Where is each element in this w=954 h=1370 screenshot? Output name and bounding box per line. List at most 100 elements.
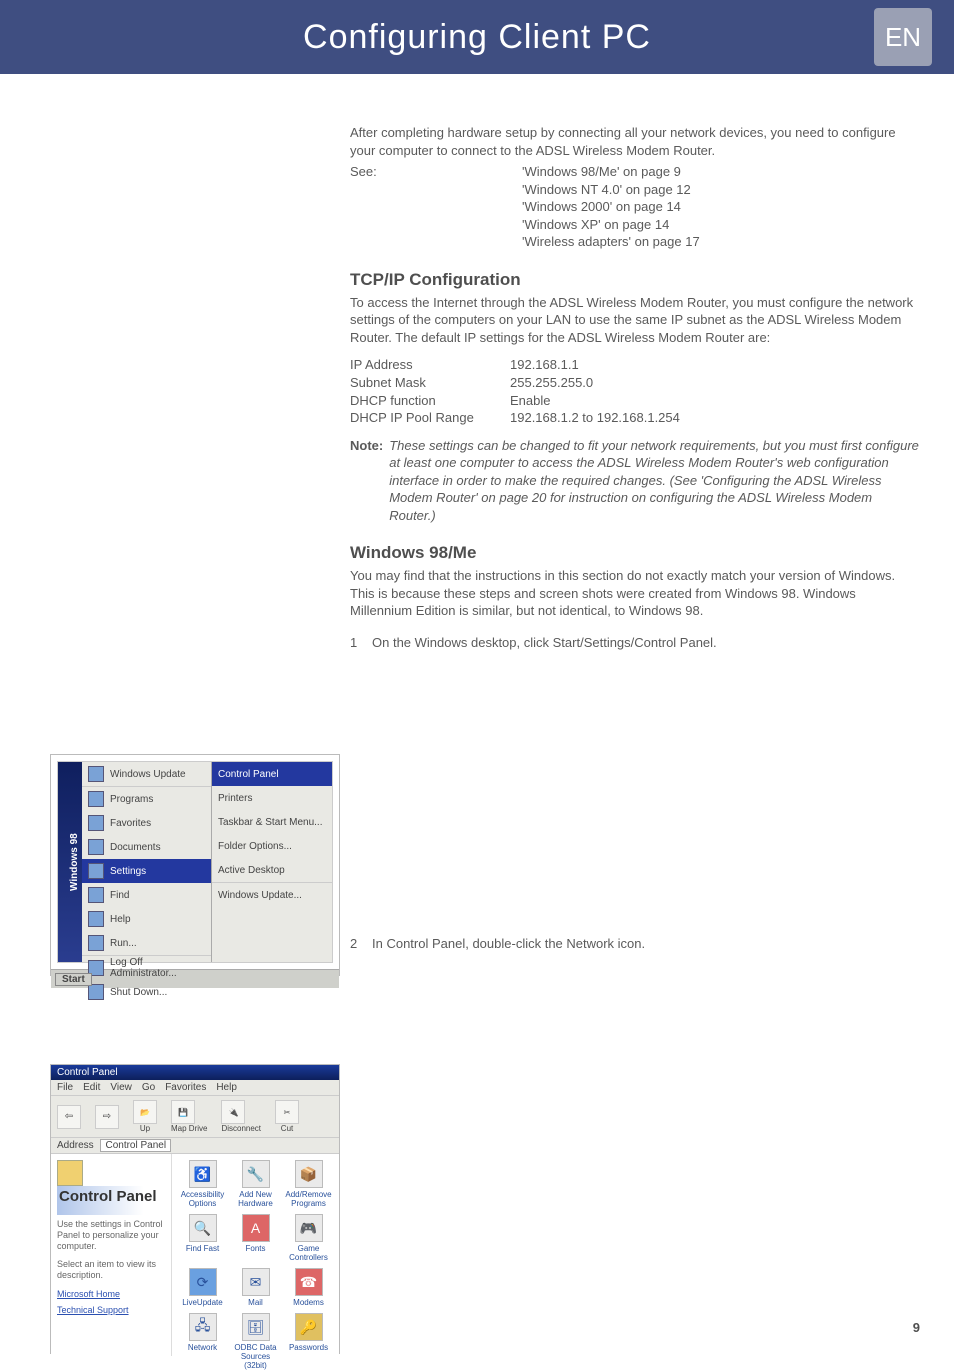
icon-label: Network <box>188 1343 217 1352</box>
start-menu-item[interactable]: Windows Update <box>82 762 211 786</box>
left-pane: Control Panel Use the settings in Contro… <box>51 1154 172 1356</box>
menu-label: Log Off Administrator... <box>110 957 205 979</box>
cp-icon-network[interactable]: 🖧Network <box>178 1313 228 1370</box>
tool-label: Map Drive <box>171 1124 207 1133</box>
tool-label: Up <box>140 1124 150 1133</box>
win98-paragraph: You may find that the instructions in th… <box>350 567 920 620</box>
cp-icon-game[interactable]: 🎮Game Controllers <box>284 1214 334 1262</box>
see-item: 'Windows NT 4.0' on page 12 <box>522 181 700 199</box>
ip-label: Subnet Mask <box>350 374 510 392</box>
step-text: On the Windows desktop, click Start/Sett… <box>372 634 717 652</box>
see-item: 'Wireless adapters' on page 17 <box>522 233 700 251</box>
step-text: In Control Panel, double-click the Netwo… <box>372 935 645 953</box>
submenu-item[interactable]: Taskbar & Start Menu... <box>212 810 332 834</box>
start-menu-item[interactable]: Log Off Administrator... <box>82 955 211 980</box>
cp-icon-odbc[interactable]: 🗄ODBC Data Sources (32bit) <box>231 1313 281 1370</box>
menu-item[interactable]: View <box>110 1082 132 1093</box>
menu-item[interactable]: Help <box>216 1082 237 1093</box>
submenu-item[interactable]: Windows Update... <box>212 882 332 907</box>
icon-label: Game Controllers <box>289 1244 328 1262</box>
start-menu-item[interactable]: Favorites <box>82 811 211 835</box>
submenu-item-control-panel[interactable]: Control Panel <box>212 762 332 786</box>
cp-icon-mail[interactable]: ✉Mail <box>231 1268 281 1307</box>
settings-submenu: Control Panel Printers Taskbar & Start M… <box>211 762 332 962</box>
tcpip-paragraph: To access the Internet through the ADSL … <box>350 294 920 347</box>
menu-label: Documents <box>110 842 161 853</box>
menu-label: Control Panel <box>218 769 279 780</box>
link-ms-home[interactable]: Microsoft Home <box>57 1289 165 1299</box>
start-menu-item[interactable]: Find <box>82 883 211 907</box>
note-block: Note: These settings can be changed to f… <box>350 437 920 525</box>
menu-label: Favorites <box>110 818 151 829</box>
cp-icon-add-hardware[interactable]: 🔧Add New Hardware <box>231 1160 281 1208</box>
start-menu-item[interactable]: Programs <box>82 786 211 811</box>
ip-label: DHCP IP Pool Range <box>350 409 510 427</box>
start-menu-list: Windows Update Programs Favorites Docume… <box>82 762 211 962</box>
link-tech-support[interactable]: Technical Support <box>57 1305 165 1315</box>
start-menu-item-settings[interactable]: Settings <box>82 859 211 883</box>
ip-value: 192.168.1.1 <box>510 356 579 374</box>
cp-icon-passwords[interactable]: 🔑Passwords <box>284 1313 334 1370</box>
table-row: DHCP function Enable <box>350 392 920 410</box>
window-title: Control Panel <box>51 1065 339 1080</box>
start-menu-item[interactable]: Shut Down... <box>82 980 211 1004</box>
cp-icon-fonts[interactable]: AFonts <box>231 1214 281 1262</box>
start-menu-item[interactable]: Documents <box>82 835 211 859</box>
address-value: Control Panel <box>100 1139 171 1152</box>
icon-label: Mail <box>248 1298 263 1307</box>
submenu-item[interactable]: Active Desktop <box>212 858 332 882</box>
start-menu-item[interactable]: Run... <box>82 931 211 955</box>
menu-item[interactable]: Edit <box>83 1082 100 1093</box>
start-menu-item[interactable]: Help <box>82 907 211 931</box>
address-bar[interactable]: Address Control Panel <box>51 1138 339 1154</box>
start-button[interactable]: Start <box>55 973 92 986</box>
cp-icon-liveupdate[interactable]: ⟳LiveUpdate <box>178 1268 228 1307</box>
table-row: DHCP IP Pool Range 192.168.1.2 to 192.16… <box>350 409 920 427</box>
see-item: 'Windows XP' on page 14 <box>522 216 700 234</box>
icon-label: Fonts <box>245 1244 265 1253</box>
menu-item[interactable]: Go <box>142 1082 155 1093</box>
menu-label: Shut Down... <box>110 987 167 998</box>
ip-label: DHCP function <box>350 392 510 410</box>
step-number: 1 <box>350 634 372 652</box>
submenu-item[interactable]: Printers <box>212 786 332 810</box>
cut-button[interactable]: ✂ <box>275 1100 299 1124</box>
menu-item[interactable]: File <box>57 1082 73 1093</box>
left-pane-title: Control Panel <box>57 1186 165 1215</box>
cp-icon-modems[interactable]: ☎Modems <box>284 1268 334 1307</box>
ip-settings-table: IP Address 192.168.1.1 Subnet Mask 255.2… <box>350 356 920 426</box>
screenshot-start-menu: Windows 98 Windows Update Programs Favor… <box>50 754 340 976</box>
shutdown-icon <box>88 984 104 1000</box>
ip-value: 192.168.1.2 to 192.168.1.254 <box>510 409 680 427</box>
cp-icon-accessibility[interactable]: ♿Accessibility Options <box>178 1160 228 1208</box>
submenu-item[interactable]: Folder Options... <box>212 834 332 858</box>
menu-item[interactable]: Favorites <box>165 1082 206 1093</box>
icon-grid: ♿Accessibility Options 🔧Add New Hardware… <box>172 1154 339 1356</box>
forward-button[interactable]: ⇨ <box>95 1105 119 1129</box>
toolbar: ⇦ ⇨ 📂Up 💾Map Drive 🔌Disconnect ✂Cut <box>51 1096 339 1138</box>
disconnect-button[interactable]: 🔌 <box>221 1100 245 1124</box>
menu-label: Printers <box>218 793 252 804</box>
folder-icon <box>57 1160 83 1186</box>
cp-icon-findfast[interactable]: 🔍Find Fast <box>178 1214 228 1262</box>
favorites-icon <box>88 815 104 831</box>
menu-label: Windows Update <box>110 769 186 780</box>
menubar: File Edit View Go Favorites Help <box>51 1080 339 1096</box>
cp-icon-add-remove[interactable]: 📦Add/Remove Programs <box>284 1160 334 1208</box>
menu-label: Programs <box>110 794 153 805</box>
icon-label: Find Fast <box>186 1244 219 1253</box>
see-label: See: <box>350 163 522 251</box>
documents-icon <box>88 839 104 855</box>
windows-brand-strip: Windows 98 <box>58 762 82 962</box>
left-pane-text: Select an item to view its description. <box>57 1259 165 1281</box>
back-button[interactable]: ⇦ <box>57 1105 81 1129</box>
menu-label: Taskbar & Start Menu... <box>218 817 323 828</box>
language-badge: EN <box>874 8 932 66</box>
page-header: Configuring Client PC EN <box>0 0 954 74</box>
icon-label: Add New Hardware <box>238 1190 273 1208</box>
icon-label: Modems <box>293 1298 324 1307</box>
up-button[interactable]: 📂 <box>133 1100 157 1124</box>
icon-label: Add/Remove Programs <box>285 1190 331 1208</box>
menu-label: Folder Options... <box>218 841 292 852</box>
map-drive-button[interactable]: 💾 <box>171 1100 195 1124</box>
